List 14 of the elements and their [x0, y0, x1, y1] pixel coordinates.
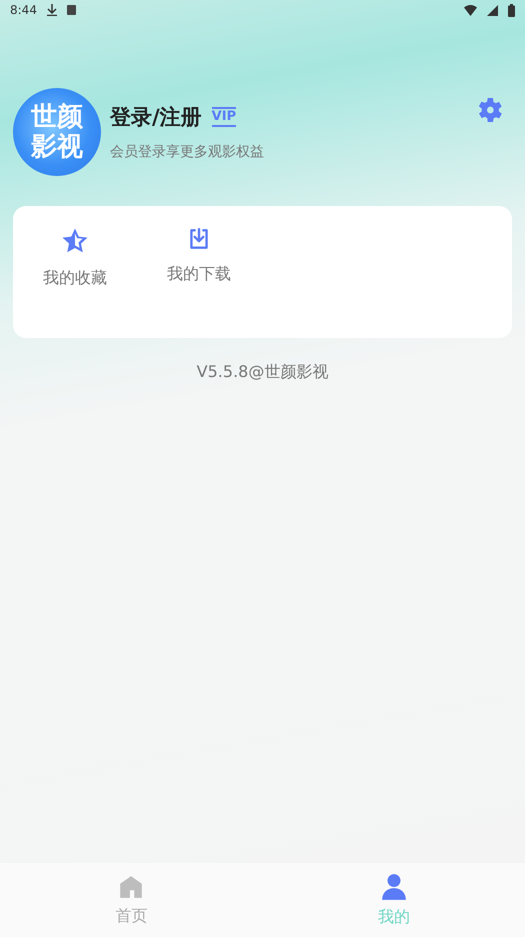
- shortcut-link[interactable]: 我的下载: [167, 264, 231, 285]
- shortcut-link[interactable]: 我的收藏: [43, 268, 107, 289]
- member-subtitle: 会员登录享更多观影权益: [110, 143, 265, 161]
- app-logo: 世颜 影视: [13, 88, 101, 176]
- status-time: 8:44: [10, 3, 37, 17]
- signal-icon: [487, 4, 498, 16]
- wifi-icon: [464, 4, 477, 16]
- home-icon: [118, 874, 144, 900]
- vip-badge: VIP: [212, 107, 236, 127]
- version-text: V5.5.8@世颜影视: [196, 362, 328, 383]
- download-icon: [46, 4, 57, 16]
- login-link[interactable]: 登录/注册: [110, 103, 202, 131]
- person-icon: [380, 872, 407, 900]
- battery-icon: [508, 4, 515, 16]
